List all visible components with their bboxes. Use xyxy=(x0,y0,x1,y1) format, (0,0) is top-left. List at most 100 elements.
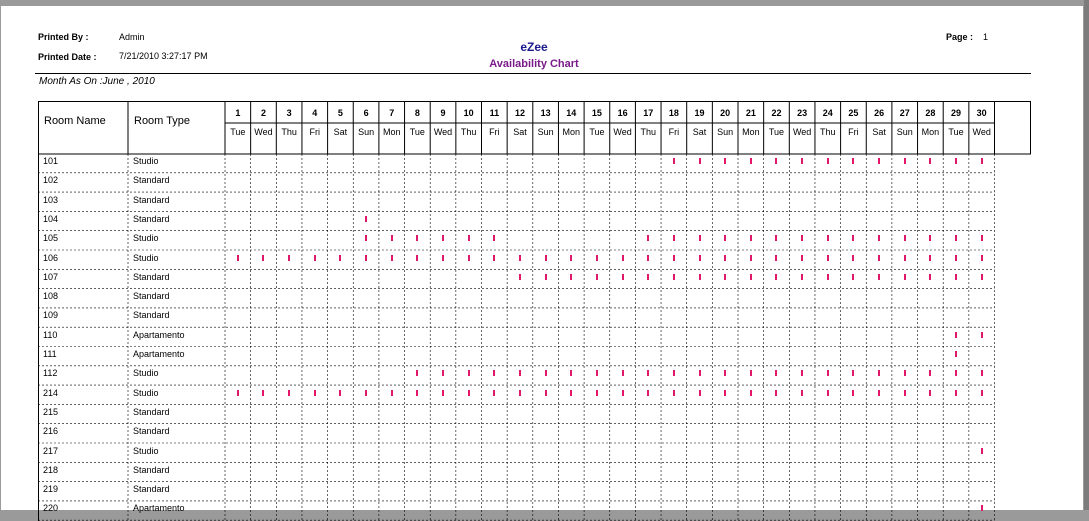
booking-mark xyxy=(749,370,752,377)
day-number: 2 xyxy=(260,108,266,118)
grid-lines xyxy=(38,101,1031,521)
booking-mark xyxy=(980,370,983,377)
booking-mark xyxy=(493,235,496,242)
availability-grid: Room Name Room Type 1 Tue 2 Wed 3 Thu 4 Fri 5 Sat… xyxy=(38,101,1031,521)
room-name: 110 xyxy=(43,329,58,340)
day-number: 6 xyxy=(363,108,369,118)
booking-mark xyxy=(647,235,650,242)
header-divider xyxy=(35,73,1031,74)
room-name: 105 xyxy=(43,233,59,244)
day-number: 15 xyxy=(591,108,602,118)
booking-mark xyxy=(672,370,675,377)
day-number: 7 xyxy=(389,108,395,118)
booking-mark xyxy=(672,254,675,261)
day-of-week: Sat xyxy=(692,127,707,137)
day-number: 12 xyxy=(514,108,525,118)
booking-mark xyxy=(980,235,983,242)
room-name: 101 xyxy=(43,156,59,166)
booking-mark xyxy=(621,254,624,261)
booking-mark xyxy=(852,370,855,377)
day-of-week: Tue xyxy=(409,127,425,137)
booking-mark xyxy=(518,389,521,396)
booking-mark xyxy=(775,273,778,280)
booking-mark xyxy=(775,389,778,396)
day-of-week: Thu xyxy=(820,127,836,137)
room-type: Standard xyxy=(133,271,170,282)
booking-mark xyxy=(852,158,855,164)
printed-by-label: Printed By : xyxy=(38,32,89,42)
booking-mark xyxy=(980,158,983,164)
booking-mark xyxy=(313,389,316,396)
booking-mark xyxy=(826,273,829,280)
room-type: Studio xyxy=(133,233,159,244)
booking-mark xyxy=(724,254,727,261)
day-of-week: Fri xyxy=(848,127,859,137)
day-number: 4 xyxy=(312,108,318,118)
day-of-week: Wed xyxy=(254,127,273,137)
booking-mark xyxy=(672,158,675,164)
day-of-week: Mon xyxy=(382,127,401,137)
booking-mark xyxy=(955,158,958,164)
booking-mark xyxy=(313,254,316,261)
booking-mark xyxy=(801,158,804,164)
room-type: Studio xyxy=(133,156,159,166)
booking-mark xyxy=(544,254,547,261)
day-of-week: Mon xyxy=(921,127,940,137)
booking-mark xyxy=(544,273,547,280)
booking-mark xyxy=(903,158,906,164)
booking-mark xyxy=(775,370,778,377)
booking-mark xyxy=(698,158,701,164)
brand-name: eZee xyxy=(520,40,548,54)
booking-mark xyxy=(878,370,881,377)
room-type: Standard xyxy=(133,464,170,475)
day-of-week: Sun xyxy=(717,127,734,137)
booking-mark xyxy=(749,235,752,242)
day-number: 16 xyxy=(617,108,628,118)
booking-mark xyxy=(621,273,624,280)
day-of-week: Sun xyxy=(896,127,913,137)
day-of-week: Sun xyxy=(537,127,554,137)
day-number: 1 xyxy=(235,108,241,118)
room-name: 112 xyxy=(43,368,58,379)
day-of-week: Thu xyxy=(640,127,656,137)
printed-date-value: 7/21/2010 3:27:17 PM xyxy=(119,51,208,61)
day-number: 11 xyxy=(489,108,500,118)
booking-mark xyxy=(595,389,598,396)
booking-mark xyxy=(365,389,368,396)
booking-mark xyxy=(980,389,983,396)
room-type: Studio xyxy=(133,387,159,398)
booking-mark xyxy=(929,235,932,242)
booking-mark xyxy=(416,389,419,396)
day-of-week: Sat xyxy=(333,127,348,137)
room-name: 220 xyxy=(43,503,59,514)
booking-mark xyxy=(236,254,239,261)
booking-mark xyxy=(647,389,650,396)
booking-mark xyxy=(980,254,983,261)
page-label: Page : xyxy=(946,32,974,42)
booking-mark xyxy=(621,389,624,396)
booking-mark xyxy=(903,273,906,280)
booking-mark xyxy=(955,370,958,377)
month-as-on: Month As On :June , 2010 xyxy=(39,76,155,87)
booking-mark xyxy=(724,273,727,280)
booking-mark xyxy=(365,254,368,261)
booking-mark xyxy=(442,235,445,242)
booking-mark xyxy=(493,370,496,377)
booking-mark xyxy=(416,370,419,377)
booking-mark xyxy=(801,370,804,377)
vertical-scrollbar[interactable] xyxy=(1084,0,1089,510)
booking-mark xyxy=(390,254,393,261)
booking-mark xyxy=(929,389,932,396)
booking-mark xyxy=(724,370,727,377)
booking-mark xyxy=(493,254,496,261)
page-number: 1 xyxy=(983,32,989,42)
day-of-week: Sun xyxy=(358,127,375,137)
booking-mark xyxy=(724,235,727,242)
booking-mark xyxy=(929,254,932,261)
room-name: 106 xyxy=(43,252,59,263)
booking-mark xyxy=(903,254,906,261)
booking-mark xyxy=(518,370,521,377)
booking-mark xyxy=(749,389,752,396)
booking-mark xyxy=(878,273,881,280)
booking-mark xyxy=(903,389,906,396)
